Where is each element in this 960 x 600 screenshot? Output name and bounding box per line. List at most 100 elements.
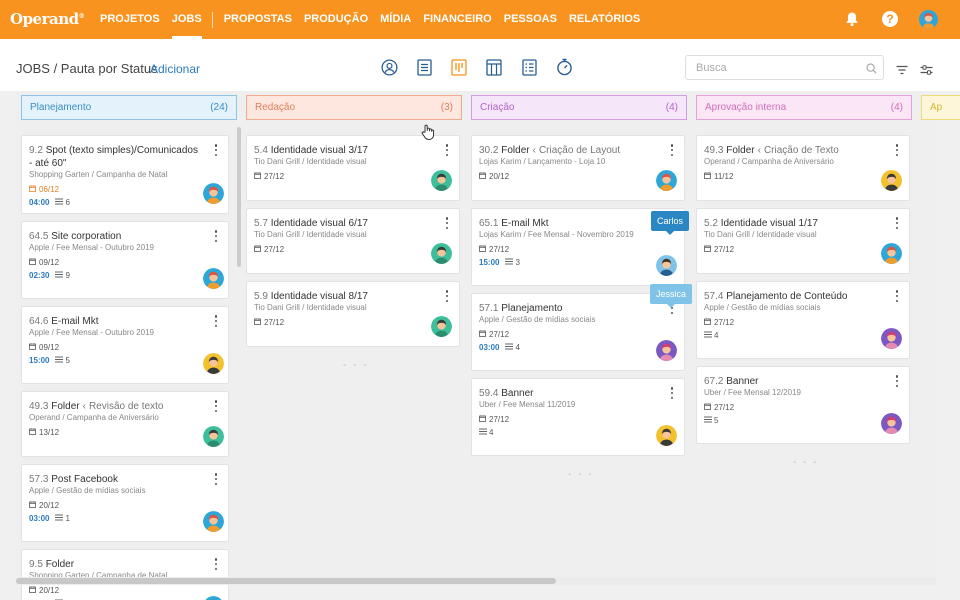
nav-item-projetos[interactable]: PROJETOS	[100, 0, 160, 39]
card-menu-icon[interactable]	[214, 315, 218, 327]
settings-sliders-icon[interactable]	[920, 62, 933, 80]
calendar-icon	[704, 403, 711, 412]
card-title: 5.2 Identidade visual 1/17	[704, 217, 885, 230]
job-number: 49.3	[29, 401, 49, 412]
card-menu-icon[interactable]	[214, 400, 218, 412]
column-header[interactable]: Aprovação interna (4)	[696, 95, 912, 120]
nav-item-pessoas[interactable]: PESSOAS	[504, 0, 557, 39]
calendar-icon	[479, 245, 486, 254]
assignee-avatar[interactable]	[203, 183, 224, 204]
card-menu-icon[interactable]	[895, 290, 899, 302]
list-icon[interactable]	[415, 58, 433, 76]
card-menu-icon[interactable]	[445, 290, 449, 302]
operand-logo[interactable]: Operand®	[10, 10, 85, 28]
person-circle-icon[interactable]	[380, 58, 398, 76]
card-subtitle: Apple / Fee Mensal - Outubro 2019	[29, 328, 154, 337]
kanban-icon[interactable]	[450, 58, 468, 76]
card-menu-icon[interactable]	[445, 217, 449, 229]
job-title: Identidade visual 1/17	[720, 218, 818, 229]
more-indicator[interactable]: - - -	[343, 360, 369, 371]
user-avatar[interactable]	[918, 9, 938, 29]
nav-item-producao[interactable]: PRODUÇÃO	[304, 0, 368, 39]
add-link[interactable]: Adicionar	[150, 62, 200, 76]
job-card[interactable]: 57.3 Post Facebook Apple / Gestão de mídi…	[21, 464, 229, 542]
assignee-avatar[interactable]	[203, 596, 224, 600]
due-date: 09/12	[29, 343, 59, 352]
job-card[interactable]: 49.3 Folder ‹ Criação de Texto Operand / Ca…	[696, 135, 910, 201]
column-header[interactable]: Redação (3)	[246, 95, 462, 120]
assignee-avatar[interactable]	[431, 170, 452, 191]
board-horizontal-scrollbar[interactable]	[16, 577, 936, 585]
more-indicator[interactable]: - - -	[568, 469, 594, 480]
nav-item-midia[interactable]: MÍDIA	[380, 0, 411, 39]
column-header[interactable]: Ap	[921, 95, 960, 120]
nav-item-relatorios[interactable]: RELATÓRIOS	[569, 0, 640, 39]
card-title: 59.4 Banner	[479, 387, 660, 400]
job-card[interactable]: 49.3 Folder ‹ Revisão de texto Operand / Ca…	[21, 391, 229, 457]
column-header[interactable]: Criação (4)	[471, 95, 687, 120]
help-icon[interactable]: ?	[880, 9, 900, 29]
card-title: 67.2 Banner	[704, 375, 885, 388]
assignee-avatar[interactable]	[203, 511, 224, 532]
card-menu-icon[interactable]	[214, 473, 218, 485]
card-menu-icon[interactable]	[214, 558, 218, 570]
card-menu-icon[interactable]	[445, 144, 449, 156]
chevron-left-icon: ‹	[757, 145, 761, 156]
job-card[interactable]: 67.2 Banner Uber / Fee Mensal 12/2019 27/1…	[696, 366, 910, 444]
card-menu-icon[interactable]	[670, 144, 674, 156]
more-indicator[interactable]: - - -	[793, 457, 819, 468]
job-card[interactable]: 9.2 Spot (texto simples)/Comunicados - a…	[21, 135, 229, 214]
job-card[interactable]: 57.1 Planejamento Apple / Gestão de mídia…	[471, 293, 685, 371]
nav-item-propostas[interactable]: PROPOSTAS	[224, 0, 292, 39]
job-card[interactable]: 9.5 Folder Shopping Garten / Campanha de …	[21, 549, 229, 600]
columns-icon[interactable]	[485, 58, 503, 76]
tasks-count-value: 4	[515, 343, 520, 352]
job-card[interactable]: 64.6 E-mail Mkt Apple / Fee Mensal - Outu…	[21, 306, 229, 384]
assignee-avatar[interactable]	[431, 316, 452, 337]
assignee-avatar[interactable]	[203, 426, 224, 447]
job-card[interactable]: 64.5 Site corporation Apple / Fee Mensal …	[21, 221, 229, 299]
assignee-avatar[interactable]	[881, 413, 902, 434]
assignee-avatar[interactable]	[431, 243, 452, 264]
checklist-icon[interactable]	[520, 58, 538, 76]
assignee-avatar[interactable]	[656, 255, 677, 276]
job-card[interactable]: 5.2 Identidade visual 1/17 Tio Dani Grill…	[696, 208, 910, 274]
assignee-avatar[interactable]	[656, 340, 677, 361]
timer-icon[interactable]	[555, 58, 573, 76]
assignee-avatar[interactable]	[656, 170, 677, 191]
column-scrollbar[interactable]	[237, 127, 241, 267]
job-card[interactable]: 30.2 Folder ‹ Criação de Layout Lojas Karim…	[471, 135, 685, 201]
due-date-value: 27/12	[489, 415, 510, 424]
card-menu-icon[interactable]	[895, 375, 899, 387]
search-icon[interactable]	[866, 61, 877, 79]
job-number: 57.1	[479, 303, 499, 314]
assignee-avatar[interactable]	[203, 353, 224, 374]
assignee-avatar[interactable]	[881, 328, 902, 349]
card-menu-icon[interactable]	[214, 144, 218, 156]
due-date-value: 27/12	[264, 172, 285, 181]
nav-item-jobs[interactable]: JOBS	[171, 0, 202, 39]
scrollbar-thumb[interactable]	[16, 578, 556, 584]
assignee-avatar[interactable]	[203, 268, 224, 289]
card-menu-icon[interactable]	[670, 387, 674, 399]
card-menu-icon[interactable]	[895, 217, 899, 229]
hand-cursor-icon	[421, 124, 435, 145]
job-card[interactable]: 59.4 Banner Uber / Fee Mensal 11/2019 27/1…	[471, 378, 685, 456]
card-menu-icon[interactable]	[214, 230, 218, 242]
due-date-value: 27/12	[714, 403, 735, 412]
search-input[interactable]	[686, 56, 856, 79]
card-menu-icon[interactable]	[895, 144, 899, 156]
card-subtitle: Tio Dani Grill / Identidade visual	[704, 230, 817, 239]
job-card[interactable]: 5.9 Identidade visual 8/17 Tio Dani Grill…	[246, 281, 460, 347]
job-card[interactable]: 5.7 Identidade visual 6/17 Tio Dani Grill…	[246, 208, 460, 274]
column-header[interactable]: Planejamento (24)	[21, 95, 237, 120]
bell-icon[interactable]	[842, 9, 862, 29]
assignee-avatar[interactable]	[881, 170, 902, 191]
card-title: 49.3 Folder ‹ Revisão de texto	[29, 400, 204, 413]
nav-item-financeiro[interactable]: FINANCEIRO	[423, 0, 491, 39]
assignee-avatar[interactable]	[656, 425, 677, 446]
filter-icon[interactable]	[896, 62, 908, 80]
assignee-avatar[interactable]	[881, 243, 902, 264]
job-title: Folder	[51, 401, 80, 412]
job-card[interactable]: 57.4 Planejamento de Conteúdo Apple / Ges…	[696, 281, 910, 359]
